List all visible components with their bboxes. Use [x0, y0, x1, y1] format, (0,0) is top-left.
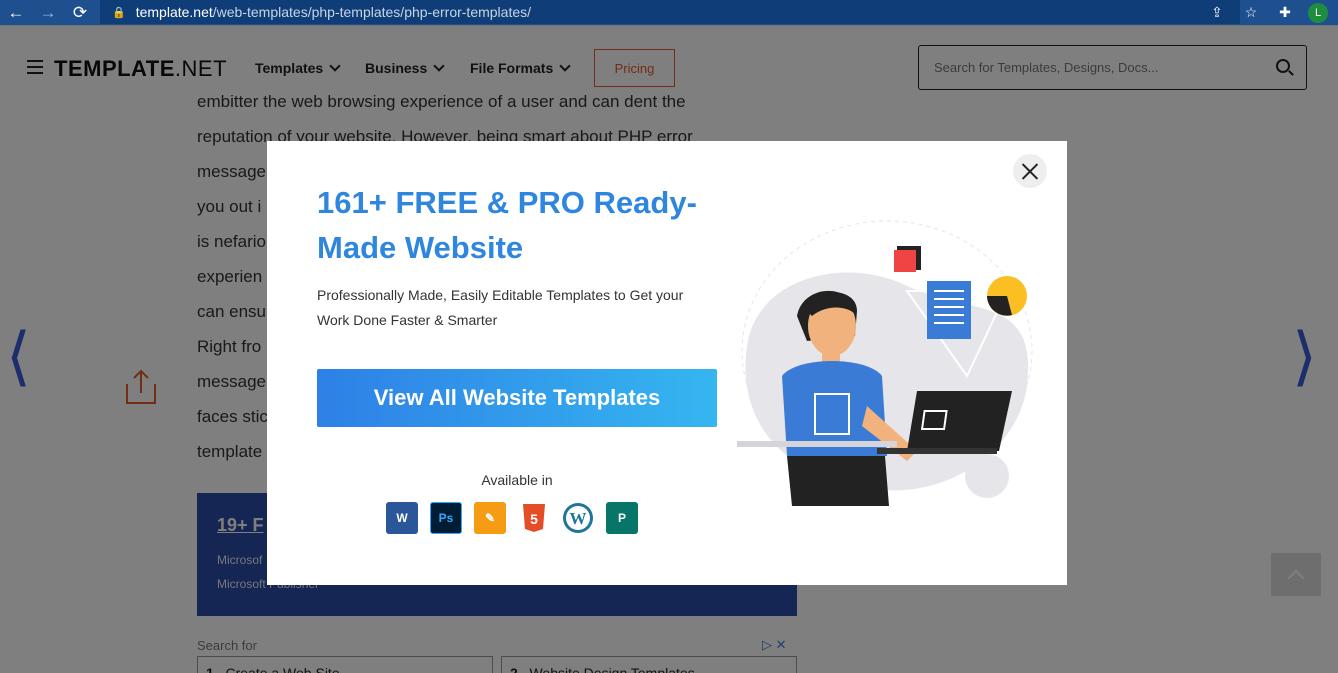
svg-text:5: 5: [530, 511, 538, 527]
lock-icon: 🔒: [112, 6, 126, 19]
reload-icon[interactable]: ⟳: [64, 0, 96, 25]
extensions-puzzle-icon[interactable]: ✚: [1268, 0, 1302, 25]
modal-subtitle: Professionally Made, Easily Editable Tem…: [317, 287, 684, 328]
share-page-icon[interactable]: ⇪: [1200, 0, 1234, 25]
photoshop-icon[interactable]: Ps: [430, 502, 462, 534]
profile-avatar[interactable]: L: [1308, 2, 1328, 23]
word-icon[interactable]: W: [386, 502, 418, 534]
view-all-templates-button[interactable]: View All Website Templates: [317, 369, 717, 427]
browser-toolbar: ← → ⟳ 🔒 template.net/web-templates/php-t…: [0, 0, 1338, 25]
wordpress-icon[interactable]: W: [562, 502, 594, 534]
html5-icon[interactable]: 5: [518, 502, 550, 534]
address-bar[interactable]: 🔒 template.net/web-templates/php-templat…: [100, 0, 1240, 24]
url-text: template.net/web-templates/php-templates…: [135, 4, 532, 20]
available-in-label: Available in: [481, 472, 553, 488]
close-icon: [1021, 162, 1039, 180]
modal-title: 161+ FREE & PRO Ready-Made Website: [317, 185, 697, 265]
svg-text:W: W: [570, 509, 587, 528]
format-icons: W Ps ✎ 5 W P: [386, 502, 638, 534]
promo-modal: 161+ FREE & PRO Ready-Made Website Profe…: [267, 141, 1067, 585]
forward-arrow-icon[interactable]: →: [32, 0, 64, 25]
close-button[interactable]: [1013, 154, 1047, 188]
bookmark-star-icon[interactable]: ☆: [1234, 0, 1268, 25]
publisher-icon[interactable]: P: [606, 502, 638, 534]
back-arrow-icon[interactable]: ←: [0, 0, 32, 25]
developer-illustration-icon: [737, 220, 1033, 506]
pages-icon[interactable]: ✎: [474, 502, 506, 534]
